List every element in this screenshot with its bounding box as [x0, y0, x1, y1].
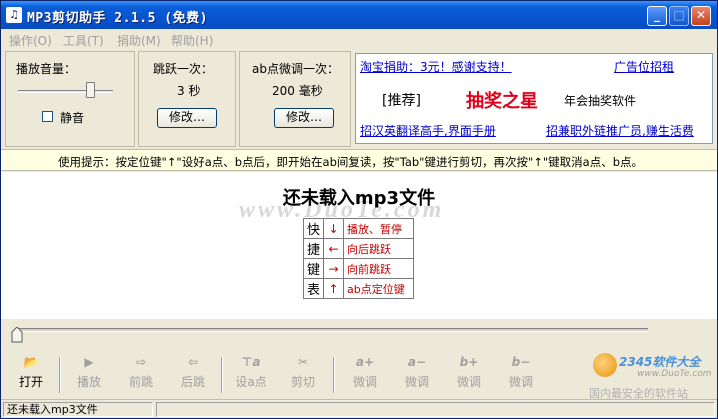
status-text: 还未载入mp3文件 — [3, 402, 153, 417]
ad-star[interactable]: 抽奖之星 — [466, 87, 538, 113]
set-a-button[interactable]: ⊤a 设a点 — [229, 355, 273, 395]
volume-panel: 播放音量： 静音 — [5, 51, 135, 147]
mute-label: 静音 — [60, 111, 85, 125]
a-plus-icon: a+ — [355, 355, 375, 369]
play-icon: ▶ — [84, 355, 94, 369]
jump-label: 跳跃一次： — [153, 62, 214, 76]
app-icon: ♫ — [6, 7, 22, 23]
ad-panel: 淘宝捐助：3元！感谢支持！ 广告位招租 [推荐] 抽奖之星 年会抽奖软件 招汉英… — [355, 53, 713, 144]
toolbar-separator — [333, 357, 335, 393]
jump-modify-button[interactable]: 修改… — [157, 108, 217, 128]
b-plus-label: 微调 — [456, 375, 481, 389]
shortcut-header-char: 表 — [302, 278, 325, 299]
arrow-right-icon: ⇨ — [135, 355, 147, 369]
a-minus-button[interactable]: a− 微调 — [395, 355, 439, 395]
brand-name: 2345软件大全 — [619, 355, 701, 369]
play-label: 播放 — [76, 375, 101, 389]
b-plus-button[interactable]: b+ 微调 — [447, 355, 491, 395]
b-minus-icon: b− — [511, 355, 531, 369]
shortcut-header-char: 键 — [302, 258, 325, 279]
seek-area — [1, 319, 717, 349]
a-plus-button[interactable]: a+ 微调 — [343, 355, 387, 395]
set-a-label: 设a点 — [235, 375, 267, 389]
jump-back-button[interactable]: ⇦ 后跳 — [171, 355, 215, 395]
ad-star-desc[interactable]: 年会抽奖软件 — [564, 92, 636, 109]
set-a-icon: ⊤a — [241, 355, 261, 369]
volume-slider-track[interactable] — [18, 90, 113, 93]
a-minus-icon: a− — [407, 355, 427, 369]
shortcut-action: 播放、暂停 — [343, 218, 415, 239]
ad-link-donate[interactable]: 淘宝捐助：3元！感谢支持！ — [360, 58, 512, 75]
status-cell-empty — [156, 402, 715, 417]
toolbar-separator — [59, 357, 61, 393]
shortcut-action: ab点定位键 — [343, 278, 415, 299]
shortcut-header-char: 捷 — [302, 238, 325, 259]
shortcut-arrow: ↑ — [323, 278, 345, 299]
folder-icon: 📂 — [23, 355, 39, 369]
jump-panel: 跳跃一次： 3 秒 修改… — [138, 51, 236, 147]
cut-label: 剪切 — [290, 375, 315, 389]
status-bar: 还未载入mp3文件 — [1, 399, 717, 418]
menu-tools[interactable]: 工具(T) — [63, 32, 104, 49]
ad-link-promoter[interactable]: 招兼职外链推广员,赚生活费 — [546, 122, 694, 139]
shortcut-table: 快 ↓ 播放、暂停 捷 ← 向后跳跃 键 → 向前跳跃 表 ↑ ab点定位键 — [302, 218, 415, 299]
shortcut-arrow: → — [323, 258, 345, 279]
seek-thumb[interactable] — [11, 327, 23, 343]
a-plus-label: 微调 — [352, 375, 377, 389]
brand-logo-icon — [593, 353, 617, 377]
shortcut-header-char: 快 — [302, 218, 325, 239]
jump-forward-label: 前跳 — [128, 375, 153, 389]
open-button[interactable]: 📂 打开 — [9, 355, 53, 395]
toolbar-separator — [221, 357, 223, 393]
a-minus-label: 微调 — [404, 375, 429, 389]
brand-site: www.DuoTe.com — [637, 369, 712, 379]
jump-back-label: 后跳 — [180, 375, 205, 389]
ab-label: ab点微调一次： — [252, 62, 339, 76]
tip-text: 使用提示：按定位键"↑"设好a点、b点后，即开始在ab间复读，按"Tab"键进行… — [58, 155, 644, 169]
jump-forward-button[interactable]: ⇨ 前跳 — [119, 355, 163, 395]
cut-button[interactable]: ✂ 剪切 — [281, 355, 325, 395]
shortcut-arrow: ← — [323, 238, 345, 259]
tip-bar: 使用提示：按定位键"↑"设好a点、b点后，即开始在ab间复读，按"Tab"键进行… — [1, 149, 717, 171]
b-minus-label: 微调 — [508, 375, 533, 389]
ad-link-translator[interactable]: 招汉英翻译高手,界面手册 — [360, 122, 496, 139]
volume-slider-thumb[interactable] — [86, 82, 95, 98]
play-button[interactable]: ▶ 播放 — [67, 355, 111, 395]
menu-help[interactable]: 帮助(H) — [171, 32, 213, 49]
title-bar[interactable]: ♫ MP3剪切助手 2.1.5 (免费) _ □ ✕ — [1, 1, 717, 29]
window-title: MP3剪切助手 2.1.5 (免费) — [27, 11, 208, 26]
ab-panel: ab点微调一次： 200 毫秒 修改… — [239, 51, 351, 147]
menu-bar: 操作(O) 工具(T) 捐助(M) 帮助(H) — [1, 29, 717, 49]
app-window: ♫ MP3剪切助手 2.1.5 (免费) _ □ ✕ 操作(O) 工具(T) 捐… — [0, 0, 718, 419]
load-status-title: 还未载入mp3文件 — [282, 188, 436, 209]
shortcut-arrow: ↓ — [323, 218, 345, 239]
arrow-left-icon: ⇦ — [187, 355, 199, 369]
open-label: 打开 — [18, 375, 43, 389]
minimize-button[interactable]: _ — [647, 6, 667, 26]
main-area: www.DuoTe.com 还未载入mp3文件 快 ↓ 播放、暂停 捷 ← 向后… — [1, 172, 717, 319]
brand-watermark: 2345软件大全 www.DuoTe.com 国内最安全的软件站 — [589, 351, 717, 400]
b-minus-button[interactable]: b− 微调 — [499, 355, 543, 395]
mute-checkbox[interactable] — [42, 111, 53, 122]
volume-label: 播放音量： — [16, 62, 77, 76]
ab-value: 200 毫秒 — [272, 84, 323, 98]
menu-operate[interactable]: 操作(O) — [9, 32, 52, 49]
jump-value: 3 秒 — [177, 84, 201, 98]
ad-recommend: [推荐] — [382, 93, 421, 109]
ab-modify-button[interactable]: 修改… — [274, 108, 334, 128]
scissors-icon: ✂ — [297, 355, 309, 369]
maximize-button: □ — [669, 6, 689, 26]
close-button[interactable]: ✕ — [691, 6, 711, 26]
seek-track[interactable] — [16, 328, 648, 332]
menu-donate[interactable]: 捐助(M) — [117, 32, 161, 49]
shortcut-action: 向前跳跃 — [343, 258, 415, 279]
ad-link-rent[interactable]: 广告位招租 — [614, 58, 674, 75]
shortcut-action: 向后跳跃 — [343, 238, 415, 259]
b-plus-icon: b+ — [459, 355, 479, 369]
